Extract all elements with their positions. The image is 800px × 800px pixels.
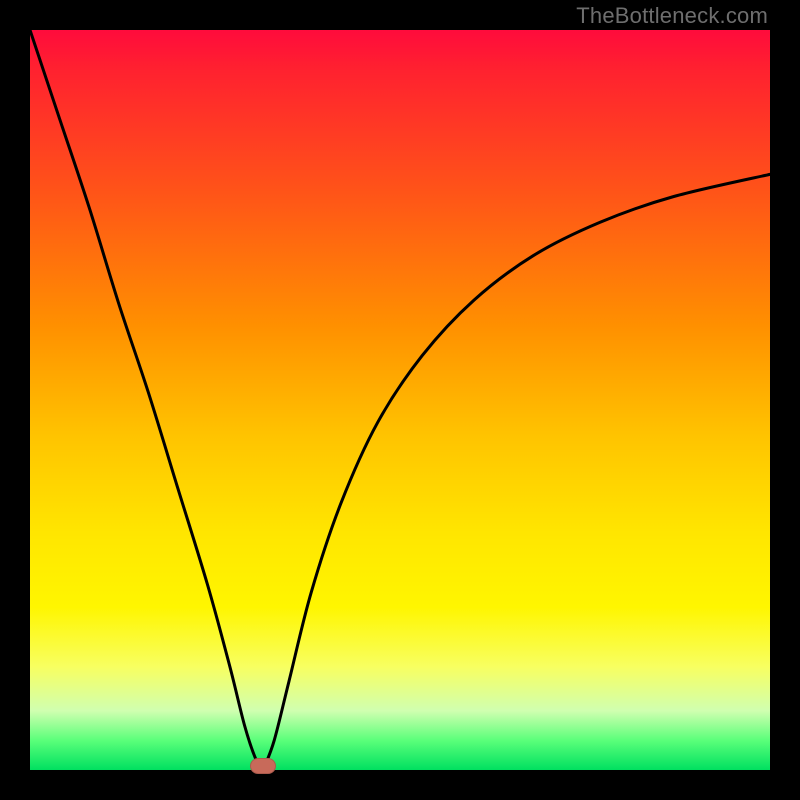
min-marker: [250, 758, 276, 774]
chart-frame: TheBottleneck.com: [0, 0, 800, 800]
watermark-label: TheBottleneck.com: [576, 3, 768, 29]
curve-path: [30, 30, 770, 770]
plot-area: [30, 30, 770, 770]
curve-svg: [30, 30, 770, 770]
